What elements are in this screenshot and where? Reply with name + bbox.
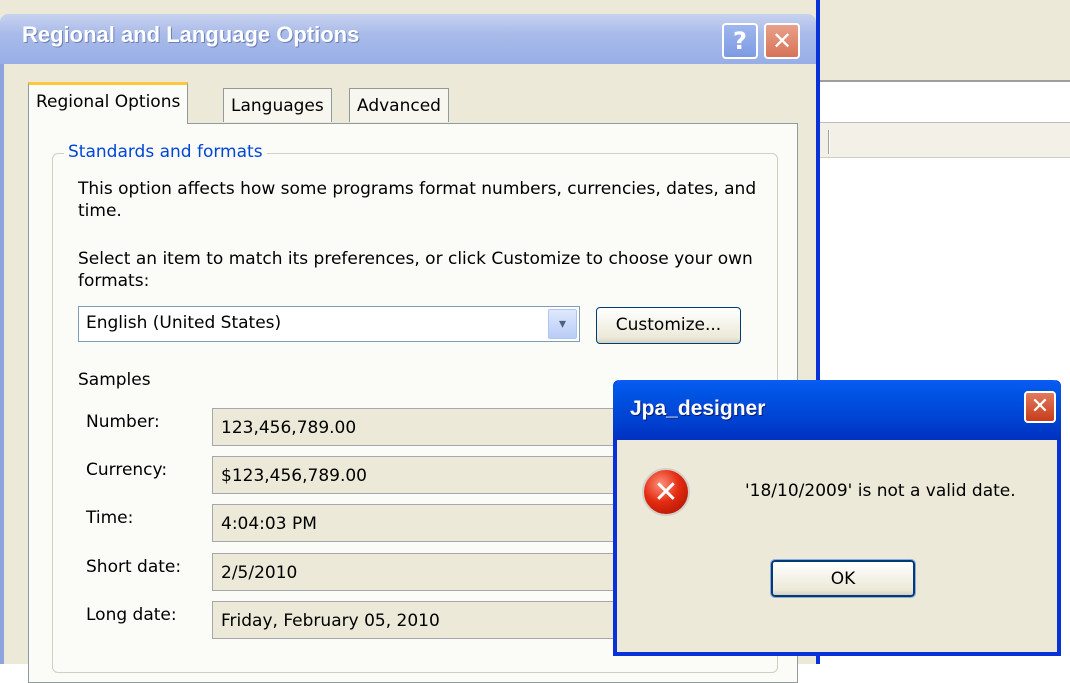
help-button[interactable]: ? [722,23,758,59]
customize-button[interactable]: Customize... [596,307,741,344]
tab-regional-options[interactable]: Regional Options [28,82,189,124]
dialog-left-border [0,64,4,664]
description-text: This option affects how some programs fo… [78,179,757,221]
sample-label-short-date: Short date: [86,557,182,577]
ok-button[interactable]: OK [770,559,916,598]
locale-select-value: English (United States) [86,313,282,333]
background-divider [820,80,1070,82]
dialog-title: Regional and Language Options [22,22,360,47]
message-box-close-button[interactable]: ✕ [1024,391,1056,423]
tab-languages[interactable]: Languages [223,88,332,122]
close-button[interactable]: ✕ [764,23,800,59]
background-header-bar [820,122,1070,158]
error-message-text: '18/10/2009' is not a valid date. [745,481,1016,501]
sample-label-currency: Currency: [86,460,168,480]
chevron-down-icon[interactable]: ▾ [548,309,577,339]
instruction-text: Select an item to match its preferences,… [78,249,753,291]
background-app-toolbar [820,0,1070,80]
sample-label-time: Time: [86,508,134,528]
background-separator [828,130,830,154]
message-box-title: Jpa_designer [630,397,766,420]
sample-label-long-date: Long date: [86,605,177,625]
error-icon: ✕ [642,468,690,516]
sample-label-number: Number: [86,412,160,432]
group-title: Standards and formats [64,142,267,162]
tab-advanced[interactable]: Advanced [349,88,449,122]
samples-label: Samples [78,370,151,390]
